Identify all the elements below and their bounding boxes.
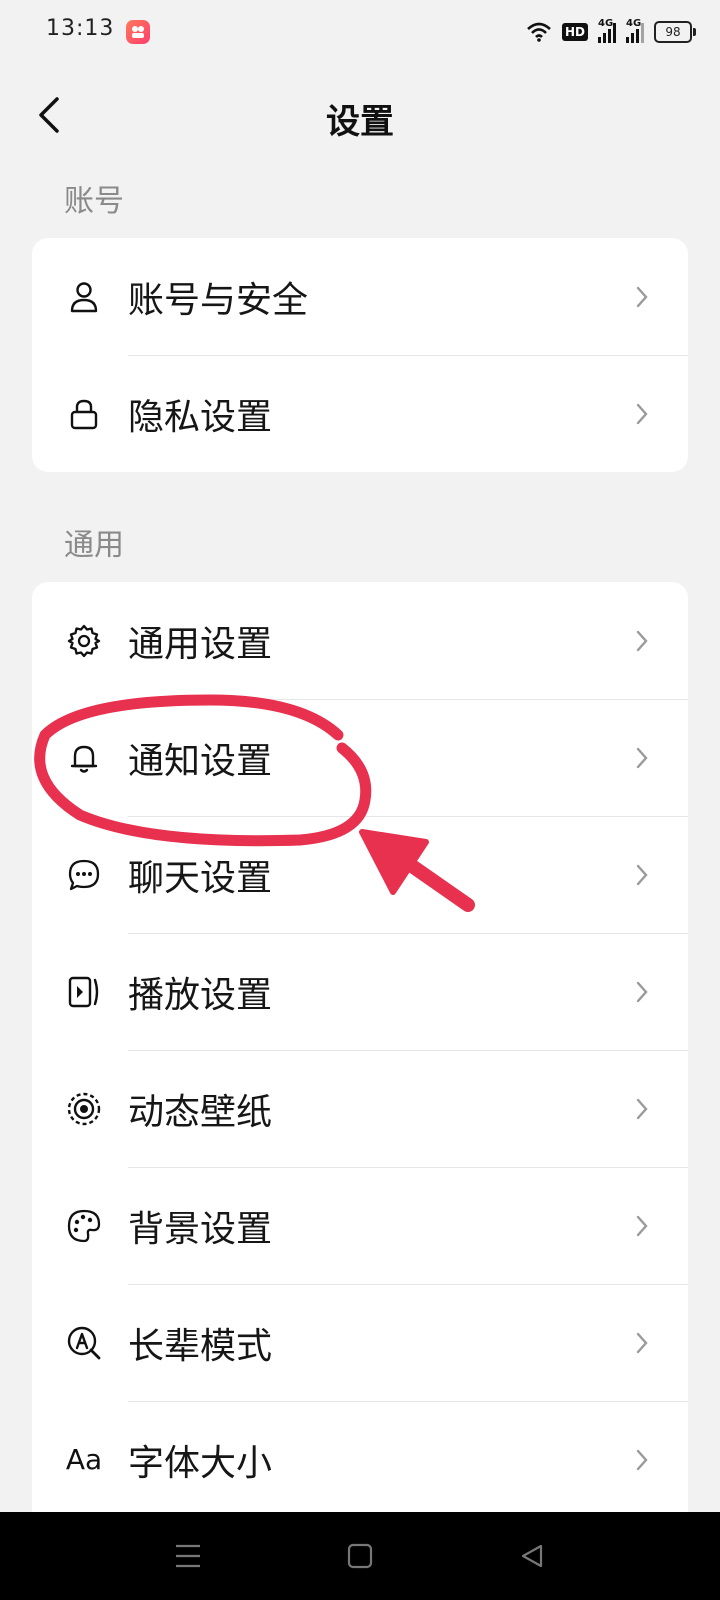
square-icon — [347, 1543, 373, 1569]
status-bar: 13:13 HD 4G 4G 98 — [0, 0, 720, 64]
chevron-right-icon — [632, 1212, 652, 1240]
menu-item-label: 账号与安全 — [128, 279, 309, 321]
menu-item-privacy[interactable]: 隐私设置 — [32, 355, 688, 472]
home-button[interactable] — [340, 1536, 380, 1576]
status-time: 13:13 — [46, 16, 115, 41]
menu-item-label: 背景设置 — [128, 1208, 273, 1250]
menu-item-live-wallpaper[interactable]: 动态壁纸 — [32, 1050, 688, 1167]
chevron-right-icon — [632, 861, 652, 889]
bell-icon — [66, 740, 102, 776]
menu-item-label: 聊天设置 — [128, 857, 273, 899]
menu-item-general-settings[interactable]: 通用设置 — [32, 582, 688, 699]
menu-item-background-settings[interactable]: 背景设置 — [32, 1167, 688, 1284]
header: 设置 — [0, 64, 720, 174]
section-label-general: 通用 — [64, 528, 124, 563]
chevron-right-icon — [632, 978, 652, 1006]
menu-item-label: 隐私设置 — [128, 396, 273, 438]
menu-item-elder-mode[interactable]: 长辈模式 — [32, 1284, 688, 1401]
play-settings-icon — [66, 974, 102, 1010]
network-type-label: 4G — [598, 18, 614, 29]
gear-icon — [66, 623, 102, 659]
battery-level: 98 — [665, 25, 681, 39]
chevron-right-icon — [632, 283, 652, 311]
elder-mode-icon — [66, 1325, 102, 1361]
triangle-back-icon — [521, 1544, 543, 1568]
wifi-icon — [527, 22, 551, 42]
battery-icon: 98 — [654, 21, 696, 43]
palette-icon — [66, 1208, 102, 1244]
menu-item-label: 字体大小 — [128, 1442, 273, 1484]
signal-icon: 4G — [598, 18, 616, 43]
account-card: 账号与安全 隐私设置 — [32, 238, 688, 472]
system-nav-bar — [0, 1512, 720, 1600]
chevron-right-icon — [632, 1095, 652, 1123]
menu-item-label: 通知设置 — [128, 740, 273, 782]
menu-item-label: 通用设置 — [128, 623, 273, 665]
lock-icon — [66, 396, 102, 432]
menu-item-label: 长辈模式 — [128, 1325, 273, 1367]
chevron-right-icon — [632, 744, 652, 772]
back-nav-button[interactable] — [512, 1536, 552, 1576]
signal-icon: 4G — [626, 18, 644, 43]
general-card: 通用设置 通知设置 聊天设置 播放设置 动态壁纸 背景设置 长辈模式 Aa 字体… — [32, 582, 688, 1512]
page-title: 设置 — [326, 102, 394, 142]
chat-bubble-icon — [66, 857, 102, 893]
app-notification-icon — [126, 20, 150, 44]
chevron-right-icon — [632, 1446, 652, 1474]
menu-item-notification-settings[interactable]: 通知设置 — [32, 699, 688, 816]
chevron-right-icon — [632, 400, 652, 428]
chevron-right-icon — [632, 627, 652, 655]
menu-lines-icon — [176, 1544, 200, 1568]
menu-item-account-security[interactable]: 账号与安全 — [32, 238, 688, 355]
font-size-glyph: Aa — [65, 1443, 103, 1476]
menu-item-font-size[interactable]: Aa 字体大小 — [32, 1401, 688, 1512]
menu-item-playback-settings[interactable]: 播放设置 — [32, 933, 688, 1050]
user-icon — [66, 279, 102, 315]
live-wallpaper-icon — [66, 1091, 102, 1127]
recent-apps-button[interactable] — [168, 1536, 208, 1576]
status-icons: HD 4G 4G 98 — [526, 18, 696, 46]
chevron-right-icon — [632, 1329, 652, 1357]
network-type-label: 4G — [626, 18, 642, 29]
font-size-icon: Aa — [66, 1442, 102, 1478]
menu-item-chat-settings[interactable]: 聊天设置 — [32, 816, 688, 933]
menu-item-label: 播放设置 — [128, 974, 273, 1016]
hd-badge: HD — [561, 23, 588, 41]
menu-item-label: 动态壁纸 — [128, 1091, 273, 1133]
section-label-account: 账号 — [64, 184, 124, 219]
